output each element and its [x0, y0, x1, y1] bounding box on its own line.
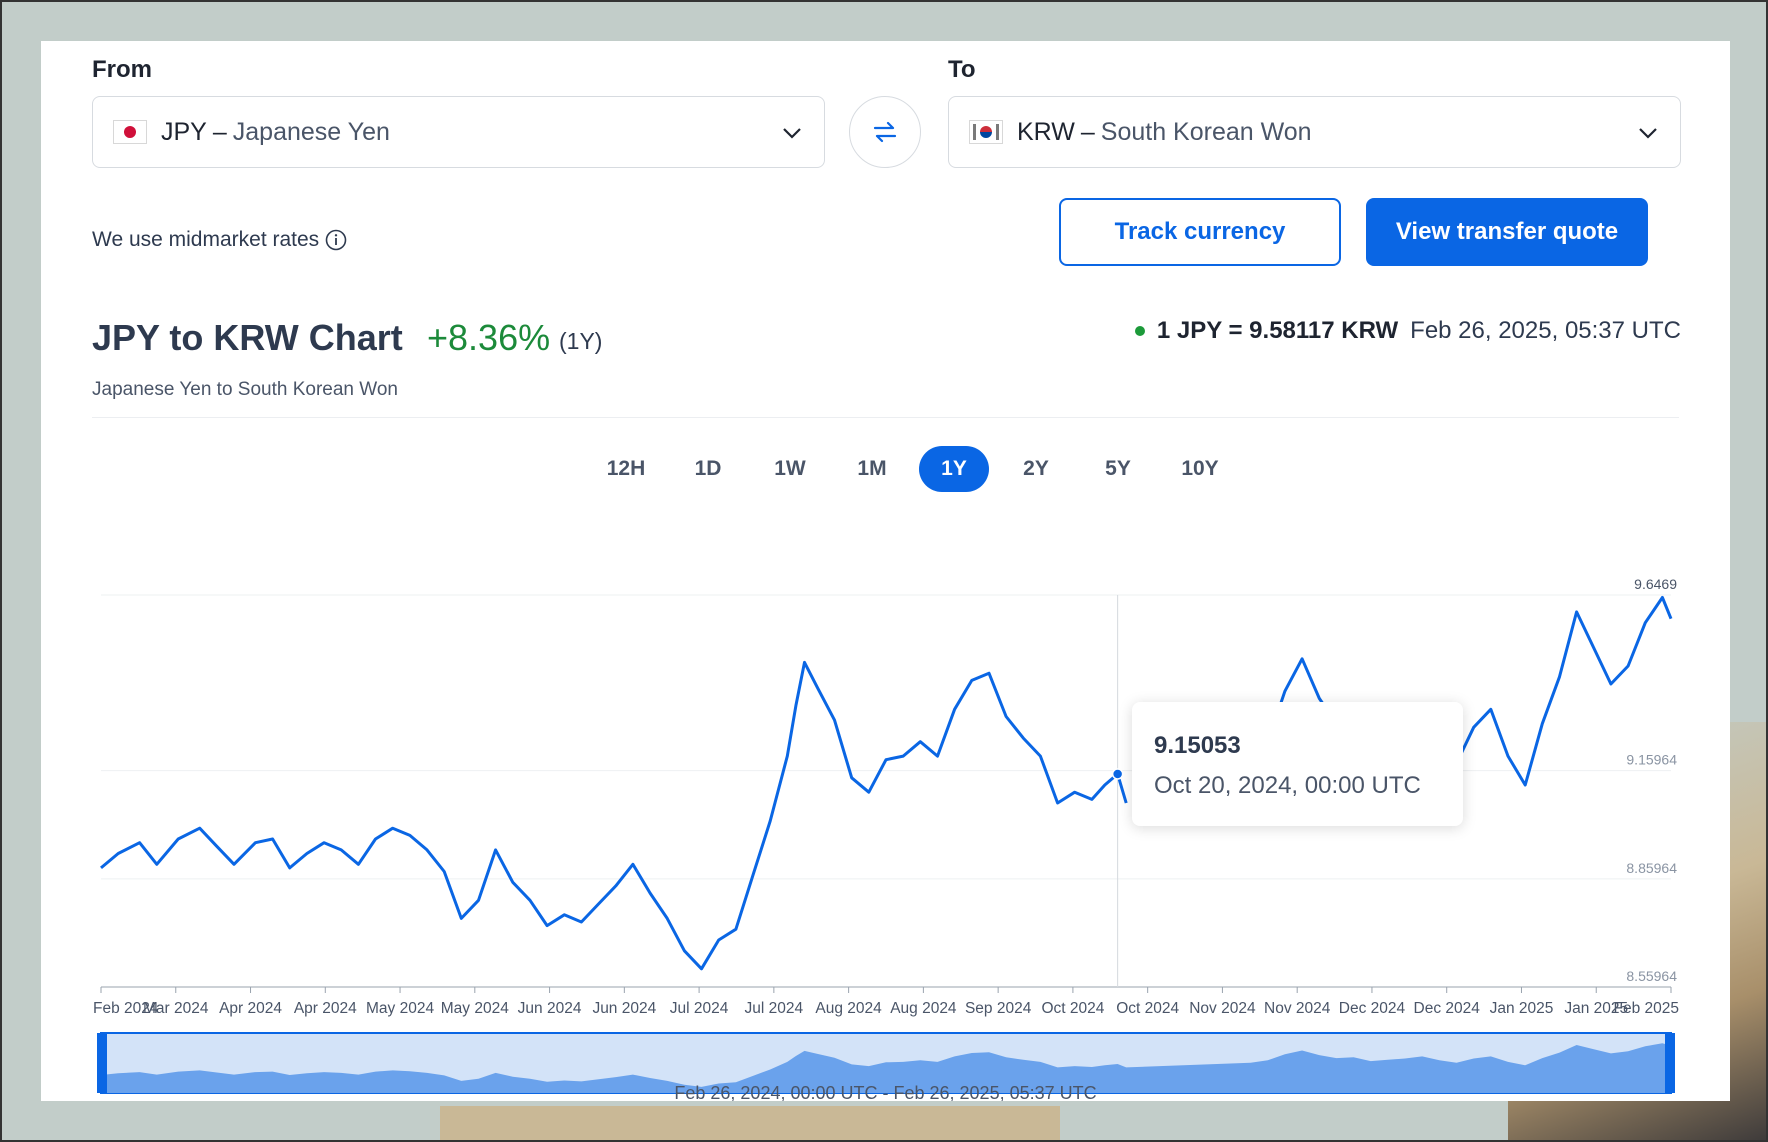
- south-korea-flag-icon: [969, 120, 1003, 144]
- current-rate: 1 JPY = 9.58117 KRW Feb 26, 2025, 05:37 …: [1134, 317, 1681, 345]
- period-button-12h[interactable]: 12H: [591, 446, 661, 492]
- x-tick-label: Dec 2024: [1339, 1000, 1406, 1017]
- x-tick-label: Apr 2024: [219, 1000, 282, 1017]
- to-separator: –: [1080, 117, 1095, 146]
- to-name: South Korean Won: [1100, 117, 1312, 146]
- period-button-2y[interactable]: 2Y: [1001, 446, 1071, 492]
- japan-flag-icon: [113, 120, 147, 144]
- period-button-5y[interactable]: 5Y: [1083, 446, 1153, 492]
- to-currency-select[interactable]: KRW – South Korean Won: [948, 96, 1681, 168]
- x-tick-label: Mar 2024: [143, 1000, 209, 1017]
- x-tick-label: May 2024: [366, 1000, 434, 1017]
- live-dot-icon: [1134, 326, 1145, 336]
- period-button-10y[interactable]: 10Y: [1165, 446, 1235, 492]
- x-tick-label: Aug 2024: [890, 1000, 957, 1017]
- x-tick-label: Oct 2024: [1116, 1000, 1179, 1017]
- x-tick-label: May 2024: [441, 1000, 509, 1017]
- period-button-1m[interactable]: 1M: [837, 446, 907, 492]
- x-tick-label: Apr 2024: [294, 1000, 357, 1017]
- midmarket-text: We use midmarket rates: [92, 228, 320, 251]
- y-tick-label: 8.85964: [1626, 860, 1677, 876]
- chevron-down-icon: [783, 128, 801, 139]
- converter-card: From JPY – Japanese Yen To KRW – South K…: [41, 41, 1730, 1101]
- swap-arrows-icon: [873, 121, 897, 143]
- divider: [92, 417, 1679, 418]
- y-tick-label: 9.6469: [1634, 576, 1677, 592]
- y-tick-label: 8.55964: [1626, 968, 1677, 984]
- x-tick-label: Jan 2025: [1490, 1000, 1554, 1017]
- from-code: JPY: [161, 117, 207, 146]
- range-text: Feb 26, 2024, 00:00 UTC - Feb 26, 2025, …: [674, 1083, 1097, 1101]
- swap-currencies-button[interactable]: [849, 96, 921, 168]
- period-button-1w[interactable]: 1W: [755, 446, 825, 492]
- chart-title: JPY to KRW Chart: [92, 317, 403, 358]
- midmarket-note: We use midmarket rates: [92, 228, 347, 252]
- change-percent: +8.36%: [427, 317, 551, 358]
- rate-timestamp: Feb 26, 2025, 05:37 UTC: [1410, 317, 1681, 344]
- info-icon[interactable]: [325, 229, 347, 251]
- chart-tooltip: 9.15053 Oct 20, 2024, 00:00 UTC: [1132, 702, 1463, 826]
- change-period: (1Y): [559, 328, 603, 354]
- x-tick-label: Dec 2024: [1414, 1000, 1481, 1017]
- background-photo-strip: [440, 1106, 1060, 1142]
- from-currency-select[interactable]: JPY – Japanese Yen: [92, 96, 825, 168]
- period-button-1y[interactable]: 1Y: [919, 446, 989, 492]
- x-tick-label: Feb 2025: [1614, 1000, 1680, 1017]
- chevron-down-icon: [1639, 128, 1657, 139]
- tooltip-value: 9.15053: [1154, 732, 1241, 759]
- x-tick-label: Jul 2024: [745, 1000, 804, 1017]
- to-code: KRW: [1017, 117, 1075, 146]
- view-transfer-quote-button[interactable]: View transfer quote: [1366, 198, 1648, 266]
- tooltip-date: Oct 20, 2024, 00:00 UTC: [1154, 772, 1421, 799]
- x-tick-label: Nov 2024: [1189, 1000, 1256, 1017]
- period-button-1d[interactable]: 1D: [673, 446, 743, 492]
- highlight-point: [1111, 768, 1124, 780]
- y-tick-label: 9.15964: [1626, 752, 1677, 768]
- track-currency-button[interactable]: Track currency: [1059, 198, 1341, 266]
- x-tick-label: Sep 2024: [965, 1000, 1032, 1017]
- to-label: To: [948, 56, 976, 83]
- x-tick-label: Nov 2024: [1264, 1000, 1331, 1017]
- x-tick-label: Jun 2024: [592, 1000, 656, 1017]
- from-name: Japanese Yen: [232, 117, 390, 146]
- from-separator: –: [212, 117, 227, 146]
- from-label: From: [92, 56, 152, 83]
- x-tick-label: Jun 2024: [518, 1000, 582, 1017]
- x-tick-label: Jul 2024: [670, 1000, 729, 1017]
- x-tick-label: Aug 2024: [815, 1000, 882, 1017]
- x-tick-label: Oct 2024: [1041, 1000, 1104, 1017]
- rate-chart: 9.64699.159648.859648.55964Feb 2024Mar 2…: [93, 576, 1680, 1094]
- series-line-1: [100, 660, 1128, 971]
- rate-value: 1 JPY = 9.58117 KRW: [1156, 317, 1399, 344]
- chart-subtitle: Japanese Yen to South Korean Won: [92, 379, 399, 400]
- period-selector: 12H 1D 1W 1M 1Y 2Y 5Y 10Y: [591, 446, 1235, 492]
